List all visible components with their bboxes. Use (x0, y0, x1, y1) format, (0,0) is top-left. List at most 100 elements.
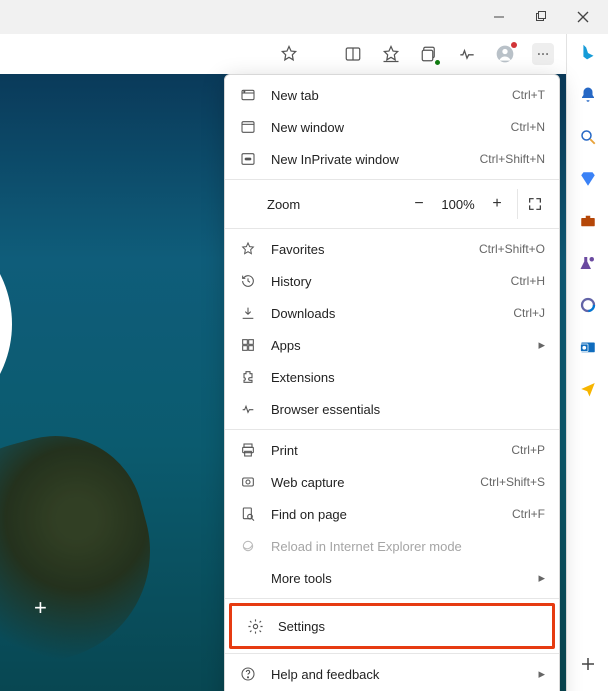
menu-label: Reload in Internet Explorer mode (271, 539, 545, 554)
menu-apps[interactable]: Apps ▸ (225, 329, 559, 361)
chevron-right-icon: ▸ (538, 570, 545, 586)
gear-icon (246, 617, 264, 635)
menu-label: History (271, 274, 497, 289)
menu-find-on-page[interactable]: Find on page Ctrl+F (225, 498, 559, 530)
menu-downloads[interactable]: Downloads Ctrl+J (225, 297, 559, 329)
collections-badge-icon (434, 59, 441, 66)
menu-separator (225, 228, 559, 229)
menu-extensions[interactable]: Extensions (225, 361, 559, 393)
menu-history[interactable]: History Ctrl+H (225, 265, 559, 297)
menu-label: Print (271, 443, 497, 458)
sidebar-tools-icon[interactable] (577, 210, 599, 232)
menu-new-window[interactable]: New window Ctrl+N (225, 111, 559, 143)
menu-label: Help and feedback (271, 667, 524, 682)
menu-shortcut: Ctrl+P (511, 443, 545, 457)
chevron-right-icon: ▸ (538, 666, 545, 682)
menu-shortcut: Ctrl+Shift+N (480, 152, 545, 166)
window-minimize-button[interactable] (478, 2, 520, 32)
browser-toolbar (0, 34, 566, 74)
menu-shortcut: Ctrl+F (512, 507, 545, 521)
apps-icon (239, 336, 257, 354)
menu-browser-essentials[interactable]: Browser essentials (225, 393, 559, 425)
profile-avatar-icon[interactable] (494, 43, 516, 65)
menu-label: More tools (271, 571, 524, 586)
collections-icon[interactable] (418, 43, 440, 65)
settings-and-more-menu: New tab Ctrl+T New window Ctrl+N New InP… (224, 74, 560, 691)
sidebar-notifications-icon[interactable] (577, 84, 599, 106)
new-tab-icon (239, 86, 257, 104)
extensions-icon (239, 368, 257, 386)
help-icon (239, 665, 257, 683)
edge-sidebar (566, 34, 608, 691)
more-menu-button[interactable] (532, 43, 554, 65)
menu-shortcut: Ctrl+J (513, 306, 545, 320)
zoom-value: 100% (435, 197, 481, 212)
add-site-icon[interactable]: + (34, 595, 47, 621)
download-icon (239, 304, 257, 322)
zoom-out-button[interactable]: − (403, 195, 435, 213)
history-icon (239, 272, 257, 290)
window-titlebar (0, 0, 608, 34)
sidebar-m365-icon[interactable] (577, 294, 599, 316)
print-icon (239, 441, 257, 459)
sidebar-drop-icon[interactable] (577, 378, 599, 400)
menu-shortcut: Ctrl+N (511, 120, 545, 134)
menu-label: Extensions (271, 370, 545, 385)
sidebar-bing-icon[interactable] (577, 42, 599, 64)
page-image (0, 416, 175, 685)
menu-label: New tab (271, 88, 498, 103)
ie-icon (239, 537, 257, 555)
sidebar-add-icon[interactable] (577, 653, 599, 675)
menu-web-capture[interactable]: Web capture Ctrl+Shift+S (225, 466, 559, 498)
menu-shortcut: Ctrl+T (512, 88, 545, 102)
sidebar-search-icon[interactable] (577, 126, 599, 148)
menu-shortcut: Ctrl+Shift+O (479, 242, 545, 256)
fullscreen-button[interactable] (517, 189, 551, 219)
split-screen-icon[interactable] (342, 43, 364, 65)
window-maximize-button[interactable] (520, 2, 562, 32)
zoom-in-button[interactable]: + (481, 195, 513, 213)
menu-label: Favorites (271, 242, 465, 257)
find-icon (239, 505, 257, 523)
star-icon (239, 240, 257, 258)
menu-separator (225, 598, 559, 599)
menu-shortcut: Ctrl+H (511, 274, 545, 288)
menu-help-feedback[interactable]: Help and feedback ▸ (225, 658, 559, 690)
menu-zoom-row: Zoom − 100% + (225, 184, 559, 224)
zoom-label: Zoom (267, 197, 403, 212)
menu-new-tab[interactable]: New tab Ctrl+T (225, 79, 559, 111)
menu-more-tools[interactable]: More tools ▸ (225, 562, 559, 594)
browser-essentials-icon[interactable] (456, 43, 478, 65)
menu-new-inprivate[interactable]: New InPrivate window Ctrl+Shift+N (225, 143, 559, 175)
menu-label: Settings (278, 619, 538, 634)
menu-settings[interactable]: Settings (232, 606, 552, 646)
menu-label: Web capture (271, 475, 466, 490)
blank-icon (239, 569, 257, 587)
window-close-button[interactable] (562, 2, 604, 32)
favorite-star-icon[interactable] (278, 43, 300, 65)
menu-print[interactable]: Print Ctrl+P (225, 434, 559, 466)
profile-notification-dot-icon (511, 42, 517, 48)
menu-label: New InPrivate window (271, 152, 466, 167)
menu-shortcut: Ctrl+Shift+S (480, 475, 545, 489)
heartbeat-icon (239, 400, 257, 418)
menu-label: Find on page (271, 507, 498, 522)
page-decoration (0, 214, 12, 434)
menu-separator (225, 653, 559, 654)
menu-separator (225, 429, 559, 430)
sidebar-outlook-icon[interactable] (577, 336, 599, 358)
new-window-icon (239, 118, 257, 136)
menu-label: Apps (271, 338, 524, 353)
sidebar-games-icon[interactable] (577, 252, 599, 274)
favorites-hub-icon[interactable] (380, 43, 402, 65)
menu-label: Downloads (271, 306, 499, 321)
sidebar-shopping-icon[interactable] (577, 168, 599, 190)
chevron-right-icon: ▸ (538, 337, 545, 353)
inprivate-icon (239, 150, 257, 168)
web-capture-icon (239, 473, 257, 491)
settings-highlight: Settings (229, 603, 555, 649)
menu-separator (225, 179, 559, 180)
menu-ie-mode: Reload in Internet Explorer mode (225, 530, 559, 562)
menu-label: New window (271, 120, 497, 135)
menu-favorites[interactable]: Favorites Ctrl+Shift+O (225, 233, 559, 265)
